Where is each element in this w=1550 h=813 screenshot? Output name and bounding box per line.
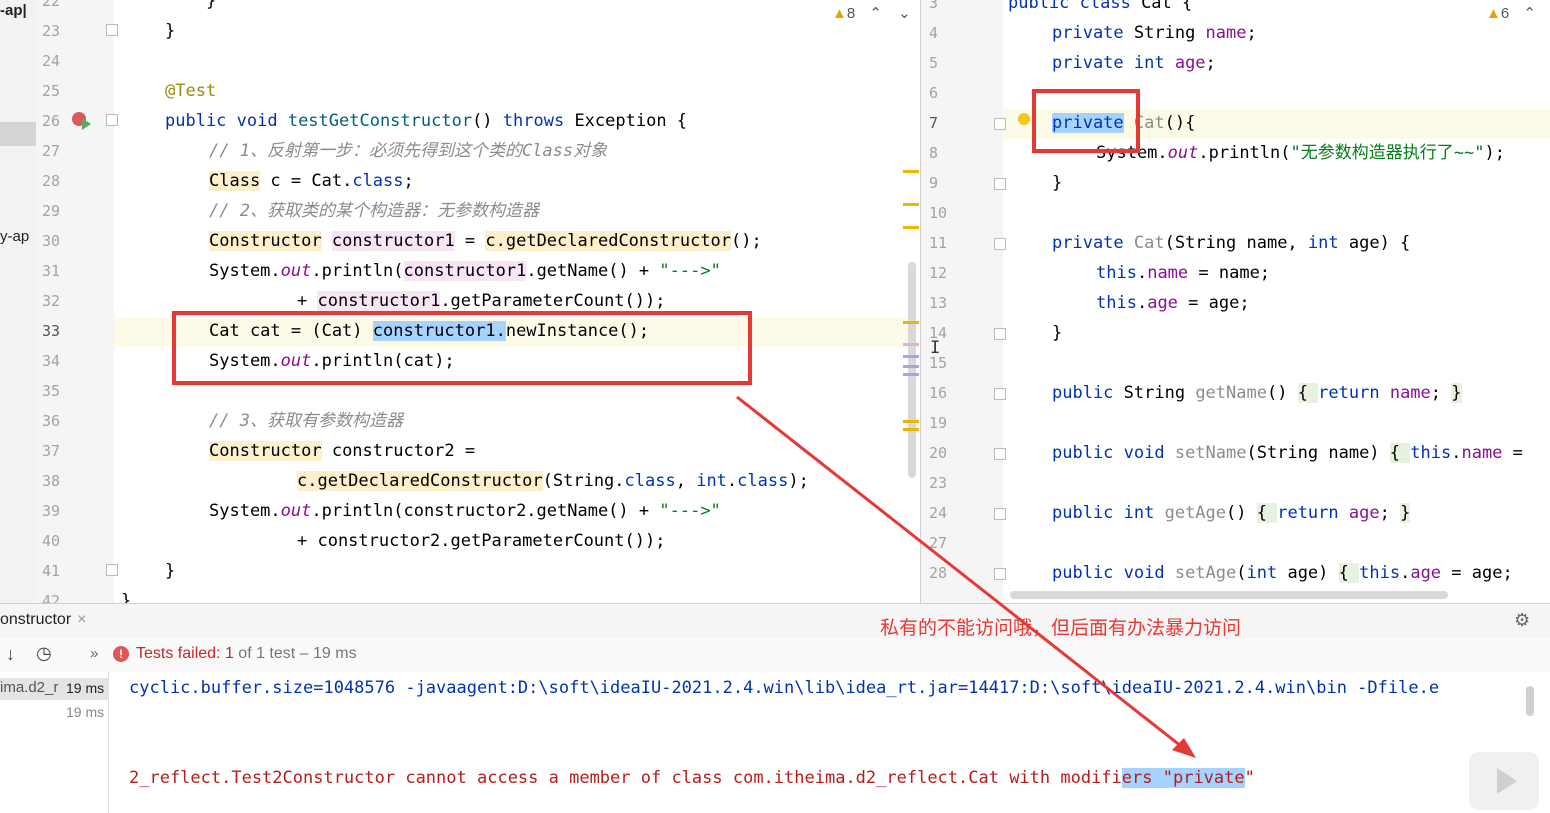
arrow-guide bbox=[1135, 152, 1186, 748]
annotation-arrow bbox=[736, 152, 1196, 758]
arrow-line-1 bbox=[736, 395, 1187, 752]
